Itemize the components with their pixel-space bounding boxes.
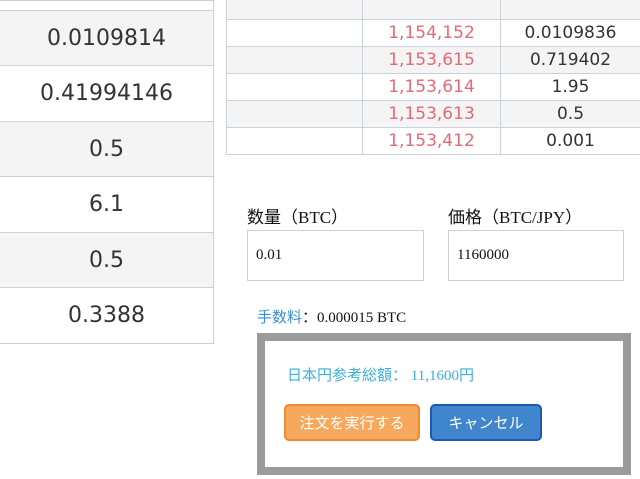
ask-price-cell: 1,153,615: [362, 46, 501, 74]
jpy-total-value: 11,1600円: [410, 368, 474, 384]
execute-order-button[interactable]: 注文を実行する: [284, 404, 420, 441]
order-book-blank-cell: [226, 46, 363, 74]
amount-cell: 0.5: [0, 121, 214, 177]
jpy-total-row: 日本円参考総額： 11,1600円: [287, 364, 474, 385]
ask-amount-cell: 0.001: [500, 127, 640, 155]
amount-cell: [0, 0, 214, 11]
amount-cell: 0.41994146: [0, 65, 214, 122]
order-book-row: 1,154,152 0.0109836: [226, 19, 640, 47]
order-book-blank-cell: [226, 73, 363, 101]
order-book-blank-cell: [226, 0, 363, 20]
ask-amount-cell: 0.5: [500, 100, 640, 128]
price-input[interactable]: [448, 230, 624, 281]
order-book-table: 1,154,152 0.0109836 1,153,615 0.719402 1…: [226, 0, 640, 155]
jpy-total-label: 日本円参考総額：: [287, 368, 408, 384]
amount-cell: 0.0109814: [0, 10, 214, 66]
ask-price-cell: 1,154,152: [362, 19, 501, 47]
amount-cell: 6.1: [0, 176, 214, 233]
order-book-row: 1,153,615 0.719402: [226, 46, 640, 74]
fee-label: 手数料: [257, 310, 303, 326]
ask-amount-cell: [500, 0, 640, 20]
table-row: 0.0109814: [0, 10, 214, 66]
fee-row: 手数料：0.000015 BTC: [257, 306, 406, 327]
table-row: [0, 0, 214, 11]
table-row: 0.3388: [0, 287, 214, 344]
quantity-label: 数量（BTC）: [247, 208, 349, 227]
table-row: 6.1: [0, 176, 214, 233]
table-row: 0.5: [0, 121, 214, 177]
order-book-row: 1,153,613 0.5: [226, 100, 640, 128]
order-book-row: [226, 0, 640, 20]
fee-value: ：0.000015 BTC: [302, 310, 407, 326]
ask-price-cell: 1,153,614: [362, 73, 501, 101]
order-book-row: 1,153,412 0.001: [226, 127, 640, 155]
order-book-blank-cell: [226, 19, 363, 47]
amount-cell: 0.5: [0, 232, 214, 288]
ask-amount-cell: 0.719402: [500, 46, 640, 74]
table-row: 0.5: [0, 232, 214, 288]
amount-cell: 0.3388: [0, 287, 214, 344]
order-confirm-panel: 日本円参考総額： 11,1600円 注文を実行する キャンセル: [257, 333, 631, 475]
ask-price-cell: 1,153,412: [362, 127, 501, 155]
order-book-blank-cell: [226, 100, 363, 128]
ask-amount-cell: 1.95: [500, 73, 640, 101]
order-book-blank-cell: [226, 127, 363, 155]
ask-price-cell: 1,153,613: [362, 100, 501, 128]
trade-history-table: 0.0109814 0.41994146 0.5 6.1 0.5 0.3388: [0, 0, 214, 344]
price-label: 価格（BTC/JPY）: [448, 208, 583, 227]
table-row: 0.41994146: [0, 65, 214, 122]
ask-price-cell: [362, 0, 501, 20]
ask-amount-cell: 0.0109836: [500, 19, 640, 47]
order-book-row: 1,153,614 1.95: [226, 73, 640, 101]
quantity-input[interactable]: [247, 230, 424, 281]
cancel-button[interactable]: キャンセル: [430, 404, 542, 441]
